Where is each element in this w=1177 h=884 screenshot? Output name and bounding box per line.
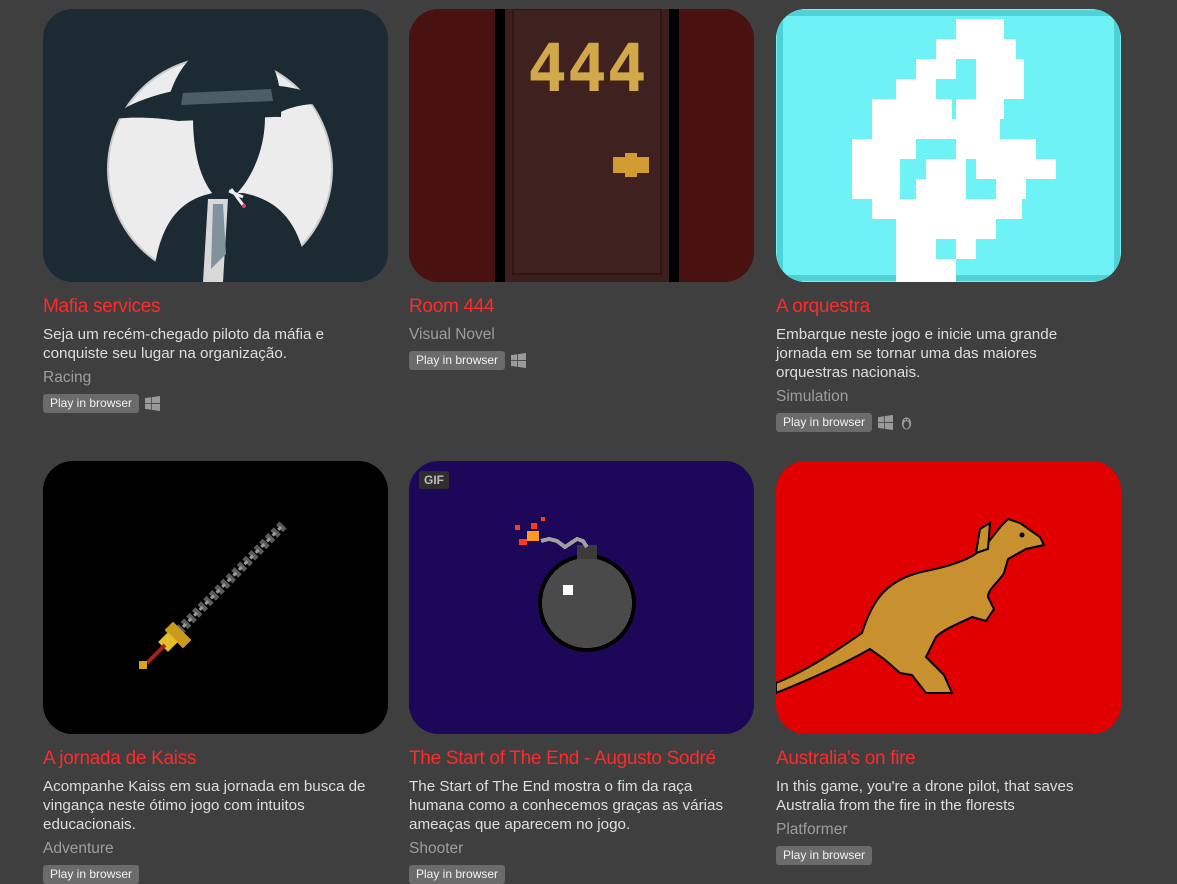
game-meta: Play in browser xyxy=(43,864,388,884)
linux-icon xyxy=(901,416,912,430)
game-meta: Play in browser xyxy=(776,845,1121,865)
sword-thumbnail-art xyxy=(43,461,388,734)
windows-icon xyxy=(511,352,527,368)
windows-icon xyxy=(878,414,894,430)
kangaroo-thumbnail-art xyxy=(776,461,1121,734)
game-card: Mafia services Seja um recém-chegado pil… xyxy=(43,9,388,413)
game-description: The Start of The End mostra o fim da raç… xyxy=(409,778,724,833)
game-thumbnail[interactable] xyxy=(43,9,388,282)
play-in-browser-badge: Play in browser xyxy=(43,393,140,413)
game-card: 444 Room 444 Visual Novel Play in browse… xyxy=(409,9,754,370)
game-meta: Play in browser xyxy=(409,350,754,370)
game-description: Seja um recém-chegado piloto da máfia e … xyxy=(43,326,325,362)
game-title[interactable]: The Start of The End - Augusto Sodré xyxy=(409,748,754,770)
play-in-browser-badge: Play in browser xyxy=(776,845,873,865)
game-meta: Play in browser xyxy=(409,864,754,884)
game-genre: Simulation xyxy=(776,388,849,405)
game-genre: Shooter xyxy=(409,840,464,857)
game-genre: Adventure xyxy=(43,840,114,857)
game-genre: Visual Novel xyxy=(409,326,495,343)
game-thumbnail[interactable] xyxy=(776,461,1121,734)
treble-clef-thumbnail-art xyxy=(776,9,1121,282)
game-card: Australia's on fire In this game, you're… xyxy=(776,461,1121,865)
game-card: A jornada de Kaiss Acompanhe Kaiss em su… xyxy=(43,461,388,884)
bomb-thumbnail-art xyxy=(409,461,754,734)
game-description: Acompanhe Kaiss em sua jornada em busca … xyxy=(43,778,366,833)
play-in-browser-badge: Play in browser xyxy=(409,350,506,370)
game-title[interactable]: A jornada de Kaiss xyxy=(43,748,388,770)
play-in-browser-badge: Play in browser xyxy=(409,864,506,884)
game-thumbnail[interactable]: GIF xyxy=(409,461,754,734)
play-in-browser-badge: Play in browser xyxy=(776,412,873,432)
game-title[interactable]: A orquestra xyxy=(776,296,1121,318)
game-description: In this game, you're a drone pilot, that… xyxy=(776,778,1074,814)
play-in-browser-badge: Play in browser xyxy=(43,864,140,884)
game-title[interactable]: Room 444 xyxy=(409,296,754,318)
game-thumbnail[interactable] xyxy=(43,461,388,734)
game-genre: Platformer xyxy=(776,821,848,838)
windows-icon xyxy=(145,395,161,411)
room-444-thumbnail-art: 444 xyxy=(409,9,754,282)
game-card: GIF The Start of The End - Augusto Sodré… xyxy=(409,461,754,884)
game-description: Embarque neste jogo e inicie uma grande … xyxy=(776,326,1058,381)
game-genre: Racing xyxy=(43,369,92,386)
game-thumbnail[interactable]: 444 xyxy=(409,9,754,282)
game-title[interactable]: Mafia services xyxy=(43,296,388,318)
game-thumbnail[interactable] xyxy=(776,9,1121,282)
gif-label: GIF xyxy=(419,471,449,489)
game-meta: Play in browser xyxy=(43,393,388,413)
game-card: A orquestra Embarque neste jogo e inicie… xyxy=(776,9,1121,432)
mafia-thumbnail-art xyxy=(43,9,388,282)
game-meta: Play in browser xyxy=(776,412,1121,432)
door-number: 444 xyxy=(527,30,646,107)
game-title[interactable]: Australia's on fire xyxy=(776,748,1121,770)
